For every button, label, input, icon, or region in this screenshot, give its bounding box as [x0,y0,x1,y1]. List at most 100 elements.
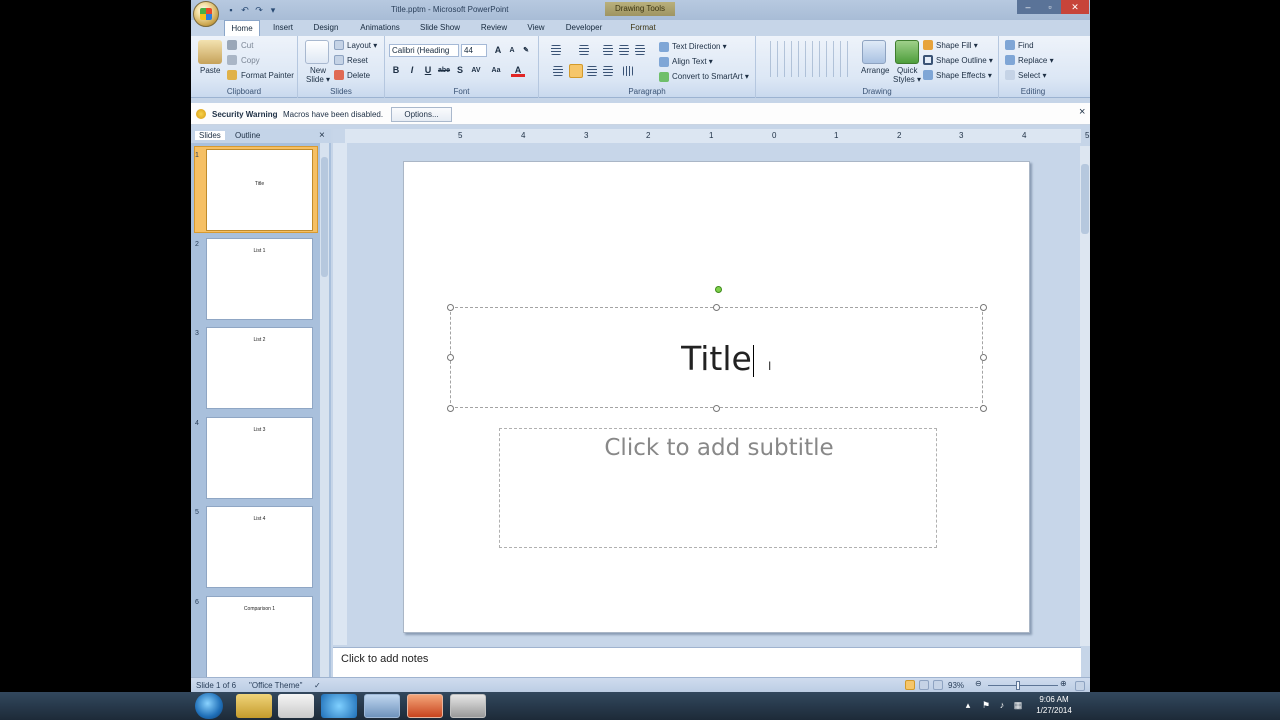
tray-arrow-icon[interactable]: ▴ [963,700,973,710]
align-right-icon[interactable] [587,66,597,76]
italic-button[interactable]: I [405,64,419,77]
slide-thumbnail[interactable]: List 3 [206,417,313,499]
decrease-indent-icon[interactable] [603,45,613,55]
tab-outline[interactable]: Outline [235,131,260,140]
tab-home[interactable]: Home [224,20,260,36]
slide-thumbnail[interactable]: List 2 [206,327,313,409]
explorer-taskbar-icon[interactable] [236,694,272,718]
copy-icon[interactable] [227,55,237,65]
paste-label[interactable]: Paste [200,66,220,75]
maximize-button[interactable]: ▫ [1039,0,1061,14]
tab-developer[interactable]: Developer [561,20,607,36]
volume-icon[interactable]: ♪ [997,700,1007,710]
format-painter-icon[interactable] [227,70,237,80]
arrange-icon[interactable] [862,40,886,64]
shapes-gallery[interactable] [764,41,852,77]
tab-format[interactable]: Format [623,20,663,36]
new-slide-label-1[interactable]: New [310,66,326,75]
tab-animations[interactable]: Animations [354,20,406,36]
slide-thumbnail[interactable]: Comparison 1 [206,596,313,678]
select-button[interactable]: Select ▾ [1018,71,1046,80]
slide[interactable]: Title I Click to add subtitle [403,161,1030,633]
slide-sorter-icon[interactable] [919,680,929,690]
clock[interactable]: 9:06 AM 1/27/2014 [1030,694,1078,716]
normal-view-icon[interactable] [905,680,915,690]
undo-icon[interactable]: ↶ [239,4,251,16]
replace-button[interactable]: Replace ▾ [1018,56,1054,65]
fit-to-window-icon[interactable] [1075,681,1085,691]
resize-handle[interactable] [980,354,987,361]
reset-icon[interactable] [334,55,344,65]
slide-thumbnail[interactable]: List 4 [206,506,313,588]
network-icon[interactable]: ▦ [1013,700,1023,710]
title-text[interactable]: Title [451,308,984,409]
resize-handle[interactable] [713,304,720,311]
shrink-font-button[interactable]: A [505,44,519,57]
shape-effects-button[interactable]: Shape Effects ▾ [936,71,992,80]
tab-design[interactable]: Design [308,20,344,36]
shape-effects-icon[interactable] [923,70,933,80]
quick-styles-label-1[interactable]: Quick [897,66,917,75]
font-name-combo[interactable]: Calibri (Heading [389,44,459,57]
options-button[interactable]: Options... [391,107,452,122]
minimize-button[interactable]: – [1017,0,1039,14]
action-center-icon[interactable]: ⚑ [981,700,991,710]
paste-icon[interactable] [198,40,222,64]
replace-icon[interactable] [1005,55,1015,65]
resize-handle[interactable] [713,405,720,412]
window-taskbar-icon[interactable] [450,694,486,718]
clear-format-icon[interactable]: ✎ [519,44,533,57]
resize-handle[interactable] [447,354,454,361]
text-direction-icon[interactable] [659,42,669,52]
tab-review[interactable]: Review [475,20,513,36]
line-spacing-icon[interactable] [635,45,645,55]
shape-outline-icon[interactable] [923,55,933,65]
close-button[interactable]: ✕ [1061,0,1089,14]
find-icon[interactable] [1005,40,1015,50]
notes-pane[interactable]: Click to add notes [333,647,1081,677]
underline-button[interactable]: U [421,64,435,77]
close-warning-icon[interactable]: × [1079,106,1085,118]
reset-button[interactable]: Reset [347,56,368,65]
copy-button[interactable]: Copy [241,56,260,65]
vm-taskbar-icon[interactable] [364,694,400,718]
smartart-icon[interactable] [659,72,669,82]
title-placeholder[interactable]: Title [450,307,983,408]
shape-fill-icon[interactable] [923,40,933,50]
zoom-out-icon[interactable]: ⊖ [975,679,982,688]
tab-slides[interactable]: Slides [195,131,225,140]
bold-button[interactable]: B [389,64,403,77]
delete-icon[interactable] [334,70,344,80]
layout-icon[interactable] [334,40,344,50]
save-icon[interactable]: ▪ [225,4,237,16]
align-left-icon[interactable] [553,66,563,76]
resize-handle[interactable] [447,405,454,412]
format-painter-button[interactable]: Format Painter [241,71,294,80]
resize-handle[interactable] [980,304,987,311]
slide-scroll-thumb[interactable] [1081,164,1089,234]
resize-handle[interactable] [980,405,987,412]
tab-insert[interactable]: Insert [266,20,300,36]
slideshow-view-icon[interactable] [933,680,943,690]
new-slide-icon[interactable] [305,40,329,64]
font-color-button[interactable]: A [511,64,525,77]
columns-icon[interactable] [623,66,633,76]
tab-slide-show[interactable]: Slide Show [416,20,464,36]
shape-outline-button[interactable]: Shape Outline ▾ [936,56,993,65]
resize-handle[interactable] [447,304,454,311]
justify-icon[interactable] [603,66,613,76]
align-text-button[interactable]: Align Text ▾ [672,57,713,66]
slide-thumbnail[interactable]: List 1 [206,238,313,320]
document-taskbar-icon[interactable] [278,694,314,718]
pane-scrollbar[interactable] [320,143,329,678]
cut-icon[interactable] [227,40,237,50]
quick-styles-icon[interactable] [895,40,919,64]
text-direction-button[interactable]: Text Direction ▾ [672,42,727,51]
slide-scrollbar[interactable] [1080,146,1090,646]
office-button[interactable] [193,1,219,27]
internet-explorer-taskbar-icon[interactable] [321,694,357,718]
zoom-level[interactable]: 93% [948,681,964,690]
delete-button[interactable]: Delete [347,71,370,80]
zoom-slider[interactable] [988,685,1058,686]
convert-smartart-button[interactable]: Convert to SmartArt ▾ [672,72,749,81]
